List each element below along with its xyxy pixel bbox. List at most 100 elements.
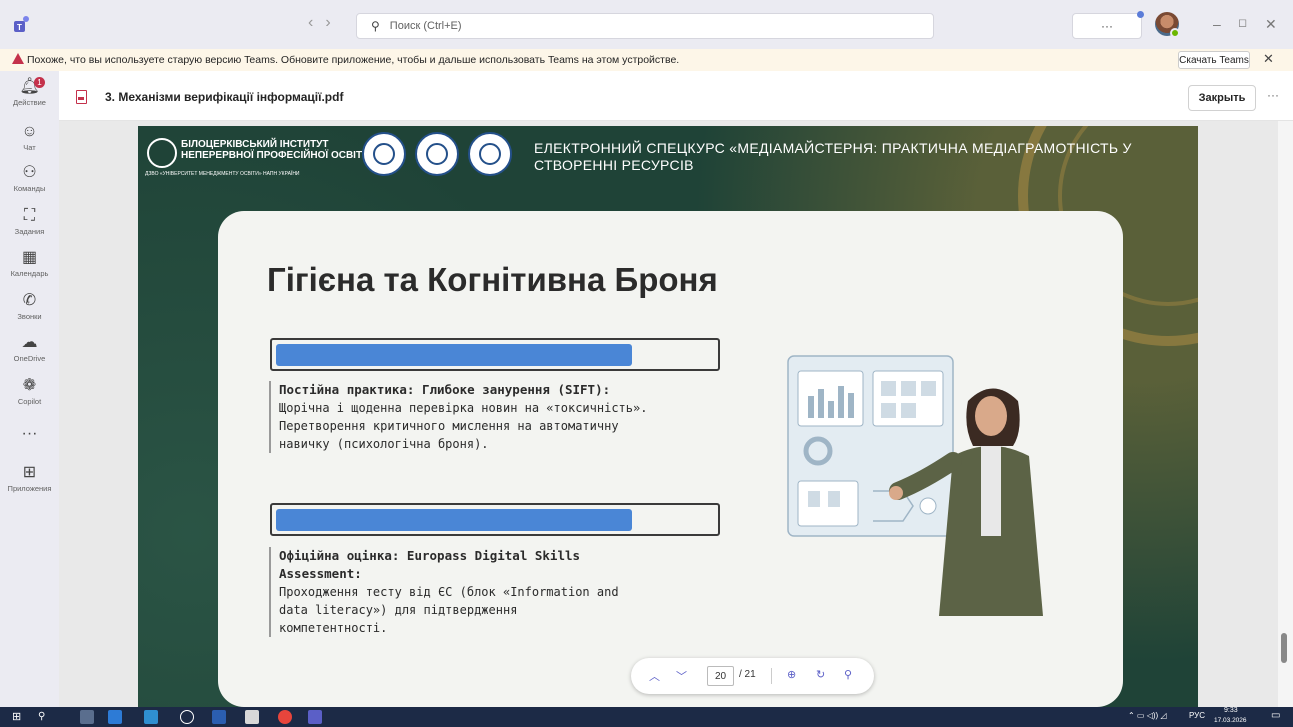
taskbar-app-icon-3[interactable] bbox=[180, 710, 194, 724]
rail-item-assignments[interactable]: ⛶ Задания bbox=[0, 206, 59, 236]
slide-heading: Гігієна та Когнітивна Броня bbox=[267, 261, 718, 298]
taskbar-app-icon-2[interactable] bbox=[144, 710, 158, 724]
assessment-heading-2: Assessment: bbox=[279, 566, 362, 581]
banner-message: Похоже, что вы используете старую версию… bbox=[27, 54, 680, 66]
windows-taskbar: ⊞ ⚲ ⌃ ▭ ◁)) ◿ РУС 9:33 17.03.2026 ▭ bbox=[0, 707, 1293, 727]
slide-card: Гігієна та Когнітивна Броня Постійна пра… bbox=[218, 211, 1123, 707]
phone-icon: ✆ bbox=[22, 292, 37, 309]
institute-name-line2: НЕПЕРЕРВНОЇ ПРОФЕСІЙНОЇ ОСВІТИ bbox=[181, 150, 370, 161]
app-rail: 🔔︎ 1 Действие ☺ Чат ⚇ Команды ⛶ Задания … bbox=[0, 71, 59, 707]
more-options-button[interactable]: ··· bbox=[1072, 13, 1142, 39]
taskbar-app-icon-4[interactable] bbox=[245, 710, 259, 724]
teams-taskbar-icon[interactable] bbox=[308, 710, 322, 724]
teams-icon: ⚇ bbox=[22, 164, 37, 181]
clock-time[interactable]: 9:33 bbox=[1224, 707, 1238, 714]
banner-close-icon[interactable]: ✕ bbox=[1263, 51, 1274, 67]
assessment-block: Офіційна оцінка: Europass Digital Skills… bbox=[269, 547, 619, 637]
rail-item-more[interactable]: ··· bbox=[0, 424, 59, 444]
redacted-bar-1 bbox=[270, 338, 720, 371]
word-icon[interactable] bbox=[212, 710, 226, 724]
vertical-scrollbar[interactable] bbox=[1278, 121, 1293, 707]
rail-item-chat[interactable]: ☺ Чат bbox=[0, 122, 59, 152]
taskbar-search-icon[interactable]: ⚲ bbox=[38, 710, 52, 724]
document-title: 3. Механізми верифікації інформації.pdf bbox=[105, 90, 344, 104]
svg-text:T: T bbox=[17, 23, 22, 32]
cloud-icon: ☁ bbox=[21, 334, 38, 351]
previous-page-icon[interactable]: ︿ bbox=[649, 668, 660, 684]
presence-status-icon bbox=[1170, 28, 1180, 38]
institute-name-line1: БІЛОЦЕРКІВСЬКИЙ ІНСТИТУТ bbox=[181, 139, 329, 150]
search-placeholder: Поиск (Ctrl+E) bbox=[389, 20, 462, 32]
taskbar-app-icon-1[interactable] bbox=[108, 710, 122, 724]
calendar-icon: ▦ bbox=[21, 249, 38, 266]
pdf-file-icon bbox=[76, 90, 87, 104]
copilot-icon: ❁ bbox=[22, 377, 37, 394]
assessment-line-3: компетентності. bbox=[279, 621, 388, 635]
maximize-icon[interactable]: ◻ bbox=[1238, 16, 1247, 29]
minimize-icon[interactable]: – bbox=[1213, 16, 1221, 32]
pdf-page: БІЛОЦЕРКІВСЬКИЙ ІНСТИТУТ НЕПЕРЕРВНОЇ ПРО… bbox=[138, 126, 1198, 707]
title-bar: T ‹ › ⚲ Поиск (Ctrl+E) ··· – ◻ ✕ bbox=[0, 0, 1293, 49]
rail-item-apps[interactable]: ⊞ Приложения bbox=[0, 463, 59, 493]
back-arrow-icon[interactable]: ‹ bbox=[308, 14, 313, 32]
scroll-thumb[interactable] bbox=[1281, 633, 1287, 663]
close-document-button[interactable]: Закрыть bbox=[1188, 85, 1256, 111]
assignments-icon: ⛶ bbox=[23, 207, 36, 224]
emblem-logo-2 bbox=[415, 132, 459, 176]
update-banner: Похоже, что вы используете старую версию… bbox=[0, 49, 1293, 71]
clock-date[interactable]: 17.03.2026 bbox=[1214, 717, 1247, 724]
teams-logo-icon: T bbox=[12, 13, 34, 35]
warning-icon bbox=[12, 53, 24, 64]
search-icon: ⚲ bbox=[371, 19, 380, 33]
assessment-line-2: data literacy») для підтвердження bbox=[279, 603, 518, 617]
zoom-in-icon[interactable]: ⊕ bbox=[787, 668, 796, 681]
notification-center-icon[interactable]: ▭ bbox=[1271, 710, 1280, 721]
chrome-icon[interactable] bbox=[278, 710, 292, 724]
practice-block: Постійна практика: Глибоке занурення (SI… bbox=[269, 381, 647, 453]
emblem-logo-1 bbox=[362, 132, 406, 176]
forward-arrow-icon[interactable]: › bbox=[325, 14, 330, 32]
institute-logo-icon bbox=[147, 138, 177, 168]
pdf-toolbar: ︿ ﹀ 20 / 21 ⊕ ↻ ⚲ bbox=[631, 658, 874, 694]
rail-item-calls[interactable]: ✆ Звонки bbox=[0, 291, 59, 321]
total-pages: / 21 bbox=[739, 669, 756, 680]
search-input[interactable]: ⚲ Поиск (Ctrl+E) bbox=[356, 13, 934, 39]
practice-line-1: Щорічна і щоденна перевірка новин на «то… bbox=[279, 401, 648, 415]
redacted-bar-2 bbox=[270, 503, 720, 536]
emblem-logo-3 bbox=[468, 132, 512, 176]
next-page-icon[interactable]: ﹀ bbox=[676, 668, 687, 684]
page-number-input[interactable]: 20 bbox=[707, 666, 734, 686]
document-header: 3. Механізми верифікації інформації.pdf … bbox=[59, 71, 1293, 121]
pdf-viewer[interactable]: БІЛОЦЕРКІВСЬКИЙ ІНСТИТУТ НЕПЕРЕРВНОЇ ПРО… bbox=[59, 121, 1293, 707]
task-view-icon[interactable] bbox=[80, 710, 94, 724]
toolbar-divider bbox=[771, 668, 772, 684]
language-indicator[interactable]: РУС bbox=[1189, 711, 1205, 720]
tray-icons[interactable]: ⌃ ▭ ◁)) ◿ bbox=[1128, 711, 1167, 720]
document-more-icon[interactable]: ··· bbox=[1267, 88, 1279, 102]
rail-item-copilot[interactable]: ❁ Copilot bbox=[0, 376, 59, 406]
bell-icon: 🔔︎ bbox=[19, 78, 40, 95]
woman-dashboard-illustration bbox=[787, 355, 1043, 616]
download-teams-button[interactable]: Скачать Teams bbox=[1178, 51, 1250, 69]
search-document-icon[interactable]: ⚲ bbox=[844, 668, 852, 681]
rotate-icon[interactable]: ↻ bbox=[816, 668, 825, 681]
activity-badge: 1 bbox=[34, 77, 45, 88]
windows-start-icon[interactable]: ⊞ bbox=[12, 710, 26, 724]
notification-dot bbox=[1137, 11, 1144, 18]
practice-line-3: навичку (психологічна броня). bbox=[279, 437, 489, 451]
rail-item-activity[interactable]: 🔔︎ 1 Действие bbox=[0, 77, 59, 107]
assessment-heading-1: Офіційна оцінка: Europass Digital Skills bbox=[279, 548, 581, 563]
rail-item-teams[interactable]: ⚇ Команды bbox=[0, 163, 59, 193]
apps-icon: ⊞ bbox=[22, 464, 37, 481]
institute-subtitle: ДЗВО «УНІВЕРСИТЕТ МЕНЕДЖМЕНТУ ОСВІТИ» НА… bbox=[145, 171, 300, 177]
course-title: ЕЛЕКТРОННИЙ СПЕЦКУРС «МЕДІАМАЙСТЕРНЯ: ПР… bbox=[534, 140, 1132, 173]
rail-item-onedrive[interactable]: ☁ OneDrive bbox=[0, 333, 59, 363]
more-icon: ··· bbox=[21, 425, 38, 442]
chat-icon: ☺ bbox=[21, 123, 38, 140]
practice-line-2: Перетворення критичного мислення на авто… bbox=[279, 419, 619, 433]
close-window-icon[interactable]: ✕ bbox=[1265, 16, 1277, 33]
rail-item-calendar[interactable]: ▦ Календарь bbox=[0, 248, 59, 278]
institute-name: БІЛОЦЕРКІВСЬКИЙ ІНСТИТУТ НЕПЕРЕРВНОЇ ПРО… bbox=[181, 139, 369, 161]
assessment-line-1: Проходження тесту від ЄС (блок «Informat… bbox=[279, 585, 619, 599]
practice-heading: Постійна практика: Глибоке занурення (SI… bbox=[279, 382, 611, 397]
